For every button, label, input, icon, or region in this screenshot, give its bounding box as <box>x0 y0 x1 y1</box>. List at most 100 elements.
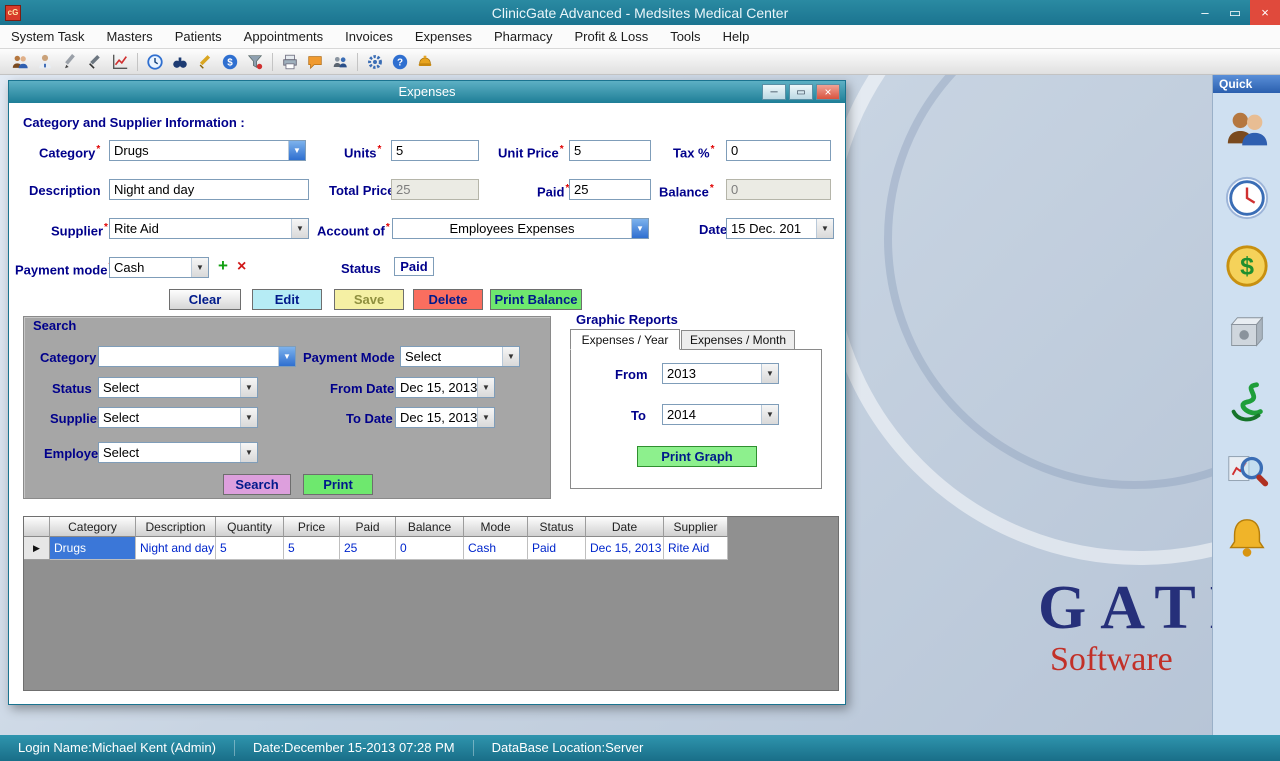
col-paid[interactable]: Paid <box>340 517 396 537</box>
units-input[interactable] <box>391 140 479 161</box>
billing-icon[interactable]: $ <box>1224 243 1270 289</box>
cell-balance[interactable]: 0 <box>396 537 464 560</box>
graph-to-label: To <box>631 408 646 423</box>
toolbar-separator <box>137 53 138 71</box>
search-category-select[interactable]: ▼ <box>98 346 296 367</box>
col-date[interactable]: Date <box>586 517 664 537</box>
save-button[interactable]: Save <box>334 289 404 310</box>
graph-from-select[interactable]: 2013 ▼ <box>662 363 779 384</box>
account-of-select[interactable]: Employees Expenses ▼ <box>392 218 649 239</box>
menu-patients[interactable]: Patients <box>164 25 233 48</box>
print-balance-button[interactable]: Print Balance <box>490 289 582 310</box>
category-select[interactable]: Drugs ▼ <box>109 140 306 161</box>
graph-to-select[interactable]: 2014 ▼ <box>662 404 779 425</box>
child-close-button[interactable]: × <box>816 84 840 100</box>
cell-status[interactable]: Paid <box>528 537 586 560</box>
edit-button[interactable]: Edit <box>252 289 322 310</box>
child-maximize-button[interactable]: ▭ <box>789 84 813 100</box>
search-employee-select[interactable]: Select ▼ <box>98 442 258 463</box>
search-reports-icon[interactable] <box>1224 447 1270 493</box>
col-balance[interactable]: Balance <box>396 517 464 537</box>
pen-icon[interactable] <box>60 52 80 72</box>
search-payment-mode-select[interactable]: Select ▼ <box>400 346 520 367</box>
search-supplier-select[interactable]: Select ▼ <box>98 407 258 428</box>
col-category[interactable]: Category <box>50 517 136 537</box>
binoculars-icon[interactable] <box>170 52 190 72</box>
menu-invoices[interactable]: Invoices <box>334 25 404 48</box>
date-picker[interactable]: 15 Dec. 201 ▼ <box>726 218 834 239</box>
menu-pharmacy[interactable]: Pharmacy <box>483 25 564 48</box>
cell-category[interactable]: Drugs <box>50 537 136 560</box>
search-to-date-picker[interactable]: Dec 15, 2013 ▼ <box>395 407 495 428</box>
staff-icon[interactable] <box>330 52 350 72</box>
chat-icon[interactable] <box>305 52 325 72</box>
patients-icon[interactable] <box>10 52 30 72</box>
chevron-down-icon: ▼ <box>477 378 494 397</box>
cell-supplier[interactable]: Rite Aid <box>664 537 728 560</box>
pharmacy-icon[interactable] <box>1224 379 1270 425</box>
chart-icon[interactable] <box>110 52 130 72</box>
chevron-down-icon: ▼ <box>240 408 257 427</box>
graph-from-label: From <box>615 367 648 382</box>
child-minimize-button[interactable]: ─ <box>762 84 786 100</box>
cell-date[interactable]: Dec 15, 2013 <box>586 537 664 560</box>
printer-icon[interactable] <box>280 52 300 72</box>
gear-icon[interactable] <box>365 52 385 72</box>
reminder-icon[interactable] <box>1224 515 1270 561</box>
toolbar-separator <box>357 53 358 71</box>
row-indicator-icon[interactable]: ▶ <box>24 537 50 560</box>
syringe-icon[interactable] <box>85 52 105 72</box>
cell-quantity[interactable]: 5 <box>216 537 284 560</box>
expenses-titlebar[interactable]: Expenses ─ ▭ × <box>9 81 845 103</box>
menu-appointments[interactable]: Appointments <box>233 25 335 48</box>
menu-help[interactable]: Help <box>712 25 761 48</box>
table-row[interactable]: ▶ Drugs Night and day 5 5 25 0 Cash Paid… <box>24 537 838 560</box>
payment-mode-select[interactable]: Cash ▼ <box>109 257 209 278</box>
clear-button[interactable]: Clear <box>169 289 241 310</box>
menu-expenses[interactable]: Expenses <box>404 25 483 48</box>
close-button[interactable]: × <box>1250 0 1280 25</box>
search-from-date-picker[interactable]: Dec 15, 2013 ▼ <box>395 377 495 398</box>
print-graph-button[interactable]: Print Graph <box>637 446 757 467</box>
menu-masters[interactable]: Masters <box>95 25 163 48</box>
expenses-grid[interactable]: Category Description Quantity Price Paid… <box>23 516 839 691</box>
menu-profit-loss[interactable]: Profit & Loss <box>564 25 660 48</box>
help-icon[interactable]: ? <box>390 52 410 72</box>
search-status-select[interactable]: Select ▼ <box>98 377 258 398</box>
cell-description[interactable]: Night and day <box>136 537 216 560</box>
delete-payment-mode-icon[interactable]: × <box>237 258 246 275</box>
reception-icon[interactable] <box>1224 107 1270 153</box>
injection-icon[interactable] <box>195 52 215 72</box>
col-description[interactable]: Description <box>136 517 216 537</box>
cell-paid[interactable]: 25 <box>340 537 396 560</box>
col-mode[interactable]: Mode <box>464 517 528 537</box>
cell-price[interactable]: 5 <box>284 537 340 560</box>
filter-icon[interactable] <box>245 52 265 72</box>
lamp-icon[interactable] <box>415 52 435 72</box>
supplier-select[interactable]: Rite Aid ▼ <box>109 218 309 239</box>
clock-icon[interactable] <box>1224 175 1270 221</box>
search-button[interactable]: Search <box>223 474 291 495</box>
description-input[interactable] <box>109 179 309 200</box>
col-supplier[interactable]: Supplier <box>664 517 728 537</box>
search-print-button[interactable]: Print <box>303 474 373 495</box>
menu-tools[interactable]: Tools <box>659 25 711 48</box>
add-payment-mode-icon[interactable]: + <box>218 257 228 274</box>
paid-input[interactable] <box>569 179 651 200</box>
tax-input[interactable] <box>726 140 831 161</box>
doctor-icon[interactable] <box>35 52 55 72</box>
backup-icon[interactable] <box>1224 311 1270 357</box>
unit-price-input[interactable] <box>569 140 651 161</box>
minimize-button[interactable]: – <box>1190 0 1220 25</box>
clock-icon[interactable] <box>145 52 165 72</box>
tab-expenses-month[interactable]: Expenses / Month <box>681 330 795 350</box>
cell-mode[interactable]: Cash <box>464 537 528 560</box>
tab-expenses-year[interactable]: Expenses / Year <box>570 329 680 350</box>
col-price[interactable]: Price <box>284 517 340 537</box>
payments-icon[interactable]: $ <box>220 52 240 72</box>
col-status[interactable]: Status <box>528 517 586 537</box>
col-quantity[interactable]: Quantity <box>216 517 284 537</box>
maximize-button[interactable]: ▭ <box>1220 0 1250 25</box>
menu-system-task[interactable]: System Task <box>0 25 95 48</box>
delete-button[interactable]: Delete <box>413 289 483 310</box>
